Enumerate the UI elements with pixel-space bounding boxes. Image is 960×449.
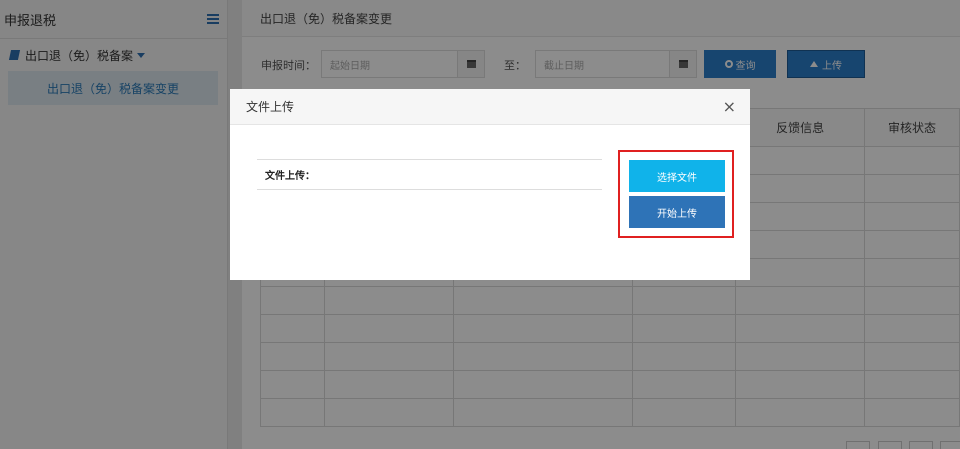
dialog-title: 文件上传 (246, 100, 295, 114)
file-upload-field: 文件上传： (257, 159, 602, 190)
highlighted-button-group: 选择文件 开始上传 (618, 150, 734, 238)
file-upload-label: 文件上传： (265, 171, 315, 182)
close-icon[interactable]: × (723, 98, 736, 115)
upload-dialog: 文件上传 × 文件上传： 选择文件 开始上传 (230, 89, 750, 280)
start-upload-button[interactable]: 开始上传 (629, 196, 725, 228)
select-file-button[interactable]: 选择文件 (629, 160, 725, 192)
dialog-header: 文件上传 × (230, 89, 750, 125)
